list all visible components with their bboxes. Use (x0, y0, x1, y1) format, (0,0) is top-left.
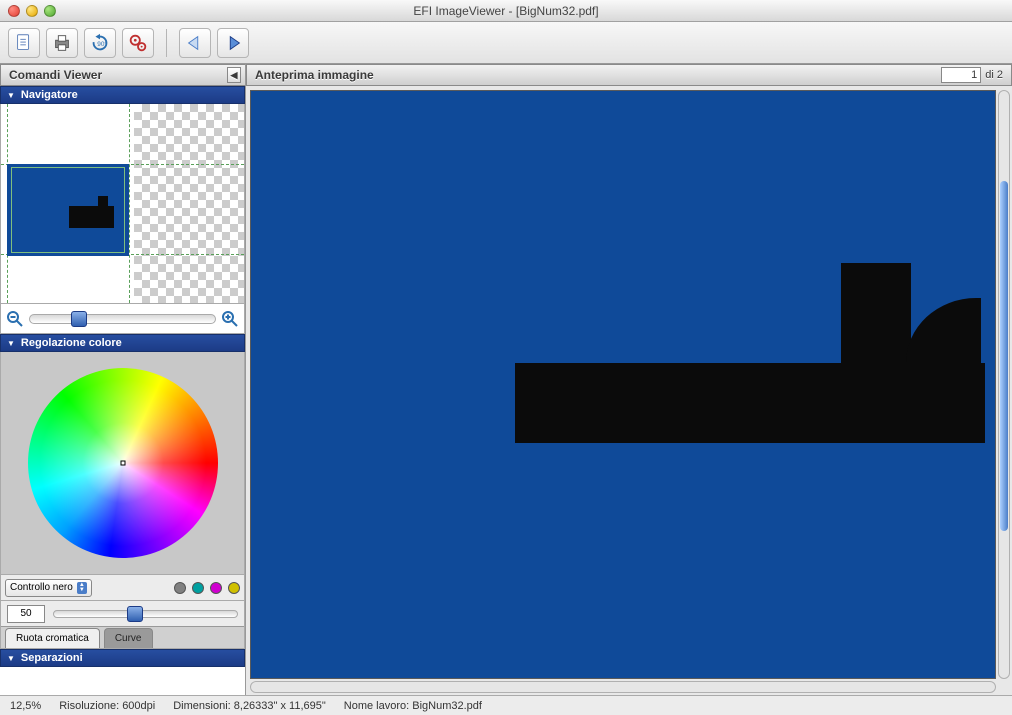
horizontal-scrollbar[interactable] (250, 681, 996, 693)
select-arrows-icon: ▲▼ (77, 582, 87, 594)
preview-header: Anteprima immagine 1 di 2 (246, 64, 1012, 86)
minimize-window-icon[interactable] (26, 5, 38, 17)
status-resolution: Risoluzione: 600dpi (59, 700, 155, 712)
black-control-select[interactable]: Controllo nero ▲▼ (5, 579, 92, 597)
zoom-controls (0, 304, 245, 334)
document-icon (13, 32, 35, 54)
disclosure-triangle-icon: ▼ (7, 654, 15, 663)
forward-button[interactable] (217, 28, 249, 58)
tab-color-wheel[interactable]: Ruota cromatica (5, 628, 100, 648)
page-content-shape (841, 263, 911, 363)
slider-thumb[interactable] (127, 606, 143, 622)
navigator-title: Navigatore (21, 89, 78, 101)
color-value-input[interactable]: 50 (7, 605, 45, 623)
settings-button[interactable] (122, 28, 154, 58)
zoom-out-button[interactable] (5, 309, 25, 329)
preview-title: Anteprima immagine (255, 68, 374, 82)
disclosure-triangle-icon: ▼ (7, 91, 15, 100)
color-value-slider[interactable] (53, 610, 238, 618)
page-total-label: di 2 (985, 69, 1003, 81)
status-dimensions: Dimensioni: 8,26333" x 11,695" (173, 700, 326, 712)
navigator-panel[interactable] (0, 104, 245, 304)
page-number-input[interactable]: 1 (941, 67, 981, 83)
page-content-shape (515, 363, 985, 443)
channel-dot-magenta[interactable] (210, 582, 222, 594)
back-icon (184, 32, 206, 54)
channel-dot-yellow[interactable] (228, 582, 240, 594)
transparency-background (134, 104, 244, 303)
back-button[interactable] (179, 28, 211, 58)
status-jobname: Nome lavoro: BigNum32.pdf (344, 700, 482, 712)
channel-dot-gray[interactable] (174, 582, 186, 594)
forward-icon (222, 32, 244, 54)
separations-header[interactable]: ▼ Separazioni (0, 649, 245, 667)
toolbar-separator (166, 29, 167, 57)
viewer-commands-title: Comandi Viewer (9, 68, 102, 82)
gear-icon (127, 32, 149, 54)
tab-curves[interactable]: Curve (104, 628, 153, 648)
zoom-in-icon (221, 310, 239, 328)
zoom-slider-thumb[interactable] (71, 311, 87, 327)
guide-line (129, 104, 130, 303)
black-control-label: Controllo nero (10, 582, 73, 593)
collapse-sidebar-button[interactable]: ◀ (227, 67, 241, 83)
left-sidebar: Comandi Viewer ◀ ▼ Navigatore (0, 64, 246, 695)
channel-dot-cyan[interactable] (192, 582, 204, 594)
close-window-icon[interactable] (8, 5, 20, 17)
window-title: EFI ImageViewer - [BigNum32.pdf] (413, 4, 598, 18)
window-titlebar: EFI ImageViewer - [BigNum32.pdf] (0, 0, 1012, 22)
zoom-out-icon (6, 310, 24, 328)
scrollbar-thumb[interactable] (1000, 181, 1008, 531)
refresh-icon: 90° (89, 32, 111, 54)
document-button[interactable] (8, 28, 40, 58)
color-wheel[interactable] (28, 368, 218, 558)
zoom-window-icon[interactable] (44, 5, 56, 17)
zoom-in-button[interactable] (220, 309, 240, 329)
navigator-viewport-rect[interactable] (11, 167, 125, 253)
preview-canvas[interactable] (250, 90, 996, 679)
vertical-scrollbar[interactable] (998, 90, 1010, 679)
print-button[interactable] (46, 28, 78, 58)
page-content-shape (906, 298, 981, 368)
separations-title: Separazioni (21, 652, 83, 664)
main-toolbar: 90° (0, 22, 1012, 64)
status-zoom: 12,5% (10, 700, 41, 712)
disclosure-triangle-icon: ▼ (7, 339, 15, 348)
color-wheel-cursor[interactable] (120, 461, 125, 466)
color-tabs: Ruota cromatica Curve (1, 626, 244, 648)
color-wheel-area (1, 352, 244, 574)
viewer-commands-header: Comandi Viewer ◀ (0, 64, 245, 86)
color-adjust-title: Regolazione colore (21, 337, 122, 349)
refresh-button[interactable]: 90° (84, 28, 116, 58)
color-adjust-header[interactable]: ▼ Regolazione colore (0, 334, 245, 352)
status-bar: 12,5% Risoluzione: 600dpi Dimensioni: 8,… (0, 695, 1012, 715)
navigator-header[interactable]: ▼ Navigatore (0, 86, 245, 104)
zoom-slider[interactable] (29, 314, 216, 324)
print-icon (51, 32, 73, 54)
svg-text:90°: 90° (97, 39, 107, 47)
preview-canvas-area (246, 86, 1012, 695)
